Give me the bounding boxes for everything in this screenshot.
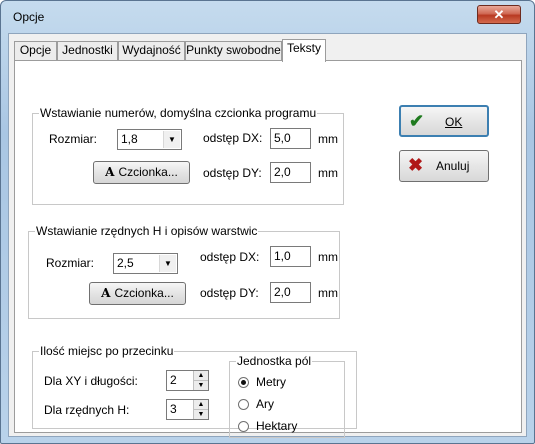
heights-dy-label: odstęp DY: (200, 286, 259, 300)
close-icon: ✕ (493, 7, 505, 22)
cancel-button-label: Anuluj (436, 159, 470, 173)
window-title: Opcje (13, 10, 45, 24)
decimals-h-value: 3 (170, 402, 177, 416)
font-icon: A (101, 286, 111, 300)
tab-jednostki[interactable]: Jednostki (57, 41, 118, 60)
tab-page-teksty: Wstawianie numerów, domyślna czcionka pr… (14, 60, 522, 438)
heights-dx-input[interactable]: 1,0 (270, 246, 311, 267)
cross-icon: ✖ (408, 155, 424, 175)
radio-ary-label[interactable]: Ary (256, 397, 274, 411)
heights-dy-input[interactable]: 2,0 (270, 282, 311, 303)
heights-size-label: Rozmiar: (46, 256, 95, 270)
numbers-dy-input[interactable]: 2,0 (270, 162, 311, 183)
close-button[interactable]: ✕ (477, 5, 521, 24)
ok-button-label: OK (445, 115, 463, 129)
spin-up-icon[interactable]: ▲ (194, 400, 208, 409)
spin-down-icon[interactable]: ▼ (194, 380, 208, 390)
numbers-font-button-label: Czcionka... (118, 165, 178, 179)
tab-punkty-swobodne[interactable]: Punkty swobodne (185, 41, 282, 60)
spin-down-icon[interactable]: ▼ (194, 409, 208, 419)
cancel-button[interactable]: ✖ Anuluj (399, 150, 489, 182)
heights-size-combo[interactable]: 2,5 ▼ (113, 253, 178, 274)
ok-button[interactable]: ✔ OK (399, 105, 489, 137)
decimals-h-label: Dla rzędnych H: (44, 403, 130, 417)
radio-metry-label[interactable]: Metry (256, 375, 286, 389)
font-icon: A (105, 165, 115, 179)
numbers-dx-unit: mm (318, 132, 338, 146)
heights-dx-unit: mm (318, 250, 338, 264)
group-decimals-title: Ilość miejsc po przecinku (39, 344, 175, 358)
tab-opcje[interactable]: Opcje (14, 41, 57, 60)
numbers-size-value: 1,8 (121, 132, 138, 146)
numbers-dy-unit: mm (318, 166, 338, 180)
radio-metry[interactable] (238, 377, 249, 388)
chevron-down-icon[interactable]: ▼ (163, 131, 180, 148)
group-area-unit-title: Jednostka pól (236, 354, 313, 368)
radio-hektary[interactable] (238, 421, 249, 432)
numbers-size-combo[interactable]: 1,8 ▼ (117, 129, 182, 150)
group-numbers-title: Wstawianie numerów, domyślna czcionka pr… (39, 106, 318, 120)
decimals-xy-label: Dla XY i długości: (44, 374, 138, 388)
numbers-dx-input[interactable]: 5,0 (270, 128, 311, 149)
group-heights-font: Wstawianie rzędnych H i opisów warstwic … (28, 224, 340, 319)
numbers-size-label: Rozmiar: (49, 132, 98, 146)
group-area-unit: Jednostka pól Metry Ary Hektary (229, 354, 345, 438)
chevron-down-icon[interactable]: ▼ (159, 255, 176, 272)
decimals-xy-value: 2 (170, 373, 177, 387)
group-decimals: Ilość miejsc po przecinku Dla XY i długo… (32, 344, 357, 438)
tab-wydajnosc[interactable]: Wydajność (118, 41, 185, 60)
numbers-dx-label: odstęp DX: (203, 131, 263, 145)
dialog-client-area: Opcje Jednostki Wydajność Punkty swobodn… (8, 33, 527, 438)
heights-font-button-label: Czcionka... (114, 286, 174, 300)
heights-font-button[interactable]: A Czcionka... (89, 282, 186, 305)
group-heights-title: Wstawianie rzędnych H i opisów warstwic (35, 224, 259, 238)
radio-ary[interactable] (238, 399, 249, 410)
heights-dx-label: odstęp DX: (200, 250, 260, 264)
tab-teksty[interactable]: Teksty (282, 39, 326, 62)
spin-up-icon[interactable]: ▲ (194, 371, 208, 380)
decimals-xy-spinner[interactable]: 2 ▲ ▼ (166, 370, 209, 391)
heights-dy-unit: mm (318, 286, 338, 300)
numbers-font-button[interactable]: A Czcionka... (93, 161, 190, 184)
radio-hektary-label[interactable]: Hektary (256, 419, 297, 433)
group-numbers-font: Wstawianie numerów, domyślna czcionka pr… (32, 106, 344, 205)
numbers-dy-label: odstęp DY: (203, 166, 262, 180)
checkmark-icon: ✔ (409, 111, 425, 131)
dialog-window: Opcje ✕ Opcje Jednostki Wydajność Punkty… (0, 0, 535, 444)
decimals-h-spinner[interactable]: 3 ▲ ▼ (166, 399, 209, 420)
heights-size-value: 2,5 (117, 256, 134, 270)
title-bar[interactable]: Opcje ✕ (1, 1, 534, 35)
